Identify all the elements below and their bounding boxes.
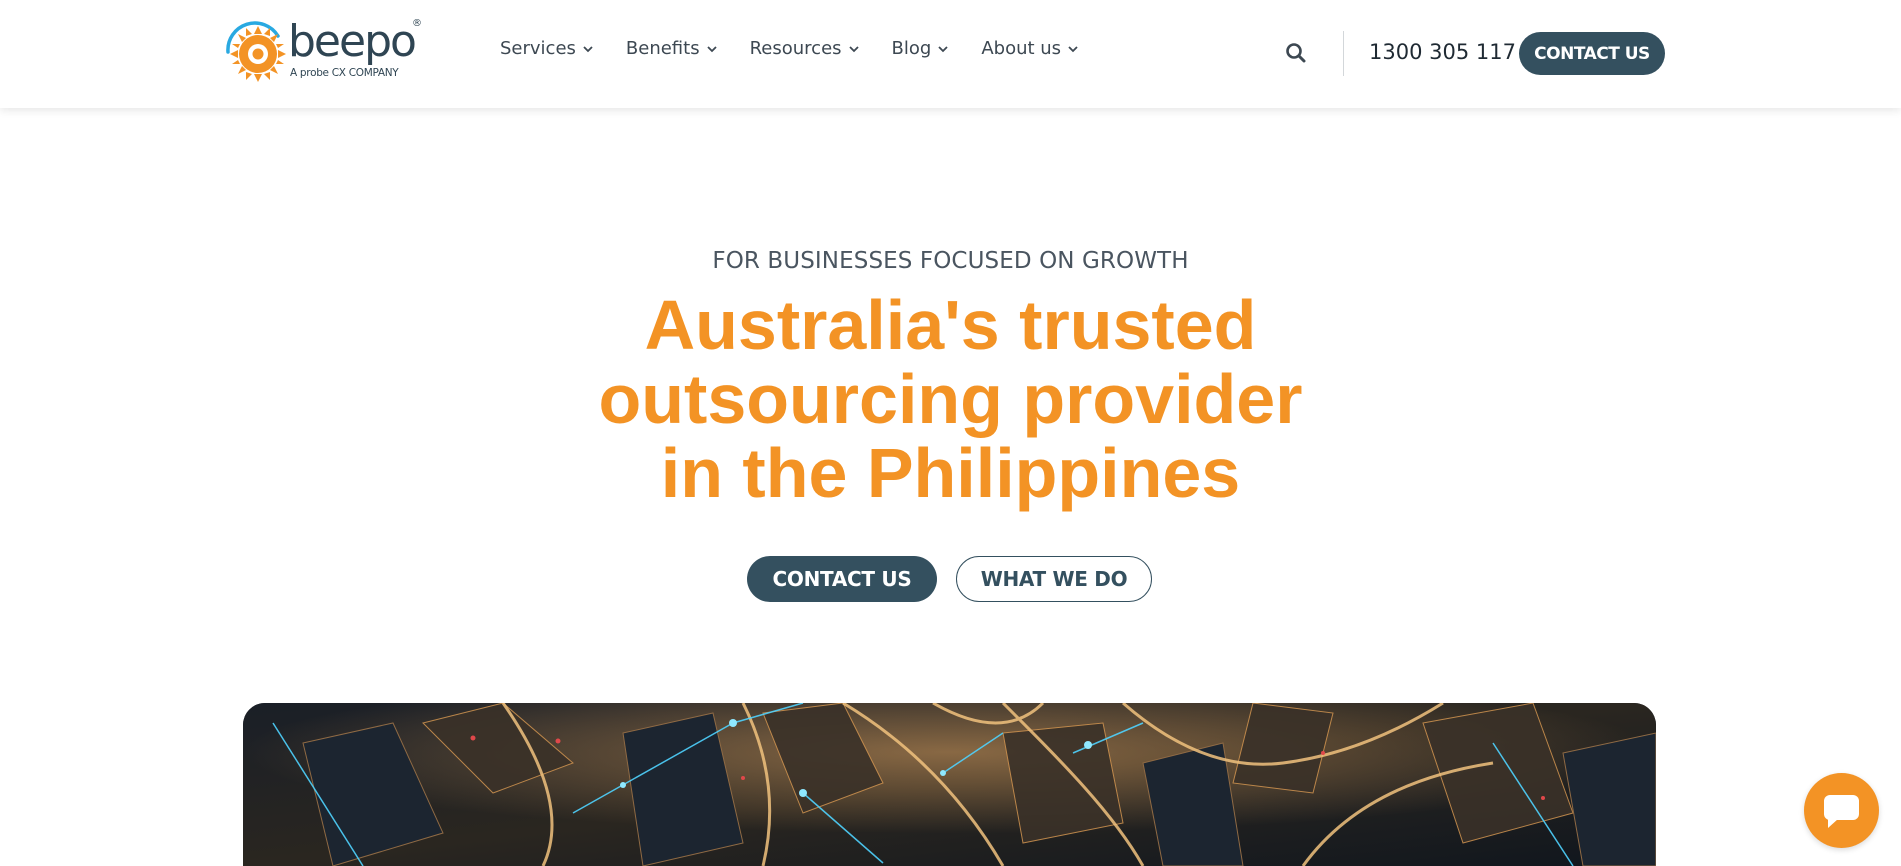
nav-item-label: Blog [891,38,932,59]
chevron-down-icon [848,45,859,52]
header-divider [1343,31,1344,76]
sun-logo-icon [226,21,286,82]
what-we-do-button[interactable]: WHAT WE DO [956,556,1152,602]
headline-line: Australia's trusted [644,286,1257,364]
nav-item-services[interactable]: Services [500,38,594,59]
main-nav: Services Benefits Resources Blog About u… [500,38,1111,59]
logo-wordmark: beepo [288,16,417,67]
chat-launcher-button[interactable] [1804,773,1879,848]
nav-item-label: Services [500,38,576,59]
registered-mark: ® [412,18,422,29]
chevron-down-icon [583,45,593,52]
hero-contact-button[interactable]: CONTACT US [747,556,937,602]
search-button[interactable] [1284,41,1308,65]
phone-link[interactable]: 1300 305 117 [1369,40,1516,64]
nav-item-resources[interactable]: Resources [750,38,860,59]
nav-item-label: Benefits [625,38,700,59]
hero-eyebrow: FOR BUSINESSES FOCUSED ON GROWTH [712,248,1189,274]
nav-item-blog[interactable]: Blog [892,38,950,59]
header-contact-button[interactable]: CONTACT US [1519,32,1665,75]
hero-headline: Australia's trusted outsourcing provider… [0,288,1901,510]
beepo-logo[interactable]: beepo ® A probe CX COMPANY [222,16,422,84]
nav-item-label: Resources [749,38,842,59]
chevron-down-icon [1068,45,1078,52]
chevron-down-icon [938,45,948,52]
chevron-down-icon [706,45,717,52]
nav-item-benefits[interactable]: Benefits [626,38,718,59]
hero-city-image [243,703,1656,866]
nav-item-label: About us [981,38,1062,59]
headline-line: outsourcing provider [598,360,1303,438]
logo-tagline: A probe CX COMPANY [290,67,399,79]
site-header: beepo ® A probe CX COMPANY Services Bene… [0,0,1901,108]
search-icon [1286,43,1306,63]
nav-item-about-us[interactable]: About us [981,38,1079,59]
headline-line: in the Philippines [660,434,1241,512]
chat-bubble-icon [1824,795,1859,828]
